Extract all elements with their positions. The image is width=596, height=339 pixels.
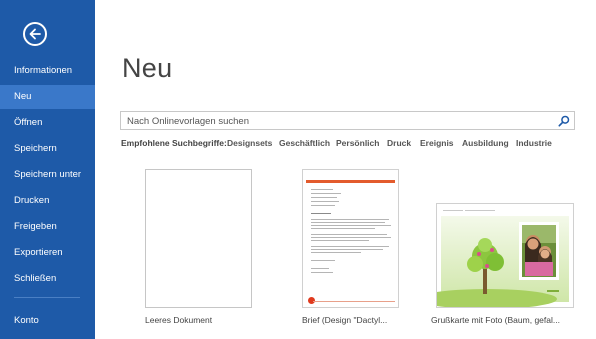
nav-item-informationen[interactable]: Informationen (0, 59, 95, 83)
suggested-searches-label: Empfohlene Suchbegriffe: (121, 138, 227, 148)
template-letter-thumbnail (302, 169, 399, 308)
text-line (311, 213, 331, 214)
template-card-thumbnail (436, 203, 574, 308)
text-line (311, 197, 337, 198)
template-letter-label: Brief (Design "Dactyl... (302, 315, 388, 325)
text-line (311, 260, 335, 261)
text-line (311, 219, 389, 220)
nav-item-exportieren[interactable]: Exportieren (0, 241, 95, 265)
nav-item-schliessen[interactable]: Schließen (0, 267, 95, 291)
text-line (311, 228, 375, 229)
nav-item-speichern-unter[interactable]: Speichern unter (0, 163, 95, 187)
nav-item-freigeben[interactable]: Freigeben (0, 215, 95, 239)
template-card-label: Grußkarte mit Foto (Baum, gefal... (431, 315, 560, 325)
search-box (120, 111, 575, 130)
nav-item-drucken[interactable]: Drucken (0, 189, 95, 213)
template-blank-label: Leeres Dokument (145, 315, 213, 325)
letter-bottom-accent (313, 301, 395, 302)
nav-item-neu[interactable]: Neu (0, 85, 95, 109)
backstage-sidebar: Informationen Neu Öffnen Speichern Speic… (0, 0, 95, 339)
sidebar-divider (14, 297, 80, 298)
letter-top-accent (306, 180, 395, 183)
text-line (311, 225, 391, 226)
suggestion-persoenlich[interactable]: Persönlich (336, 138, 379, 148)
template-letter-dactyl[interactable]: Brief (Design "Dactyl... (302, 169, 422, 329)
text-line (311, 249, 383, 250)
card-preview-image (437, 204, 573, 307)
back-arrow-icon (29, 28, 41, 40)
suggestion-industrie[interactable]: Industrie (516, 138, 552, 148)
text-line (311, 237, 391, 238)
suggestion-designsets[interactable]: Designsets (227, 138, 272, 148)
nav-item-oeffnen[interactable]: Öffnen (0, 111, 95, 135)
text-line (311, 193, 341, 194)
nav-item-konto[interactable]: Konto (0, 309, 95, 333)
back-button[interactable] (23, 22, 47, 46)
page-title: Neu (122, 53, 173, 83)
text-line (311, 234, 387, 235)
template-blank-thumbnail (145, 169, 252, 308)
text-line (311, 222, 385, 223)
template-greeting-card[interactable]: Grußkarte mit Foto (Baum, gefal... (431, 169, 575, 329)
suggestion-ausbildung[interactable]: Ausbildung (462, 138, 509, 148)
text-line (311, 201, 339, 202)
text-line (311, 268, 329, 269)
text-line (311, 240, 369, 241)
suggestion-geschaeftlich[interactable]: Geschäftlich (279, 138, 330, 148)
search-icon[interactable] (558, 115, 570, 127)
text-line (311, 246, 389, 247)
text-line (311, 189, 333, 190)
search-input[interactable] (127, 114, 547, 128)
suggestion-druck[interactable]: Druck (387, 138, 411, 148)
main-panel: Neu Empfohlene Suchbegriffe: Designsets … (95, 0, 596, 339)
nav-item-speichern[interactable]: Speichern (0, 137, 95, 161)
suggestion-ereignis[interactable]: Ereignis (420, 138, 454, 148)
text-line (311, 252, 361, 253)
text-line (311, 205, 335, 206)
text-line (311, 272, 333, 273)
template-blank-document[interactable]: Leeres Dokument (145, 169, 255, 329)
